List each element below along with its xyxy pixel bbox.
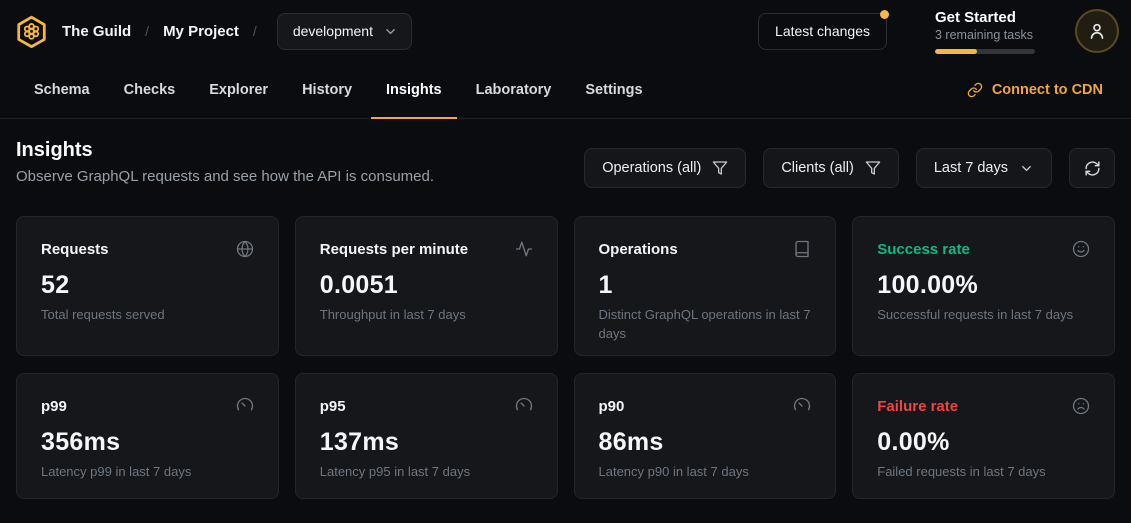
stat-card-operations: Operations 1 Distinct GraphQL operations… (574, 216, 837, 356)
breadcrumb-separator: / (145, 23, 149, 39)
app-header: The Guild / My Project / development Lat… (0, 0, 1131, 62)
page-heading: Insights Observe GraphQL requests and se… (16, 139, 434, 185)
book-icon (793, 240, 811, 258)
card-description: Latency p95 in last 7 days (320, 463, 533, 482)
breadcrumb-project[interactable]: My Project (163, 23, 239, 40)
connect-to-cdn-label: Connect to CDN (992, 82, 1103, 98)
operations-filter-label: Operations (all) (602, 160, 701, 176)
smile-icon (1072, 240, 1090, 258)
get-started-widget[interactable]: Get Started 3 remaining tasks (935, 8, 1035, 55)
card-description: Latency p99 in last 7 days (41, 463, 254, 482)
tab-history[interactable]: History (287, 62, 367, 119)
get-started-remaining: 3 remaining tasks (935, 28, 1035, 42)
clients-filter-label: Clients (all) (781, 160, 854, 176)
notification-dot (880, 10, 889, 19)
card-title: Failure rate (877, 398, 958, 415)
card-value: 1 (599, 271, 812, 300)
card-value: 86ms (599, 428, 812, 457)
card-title: Success rate (877, 241, 970, 258)
filter-icon (712, 160, 728, 176)
card-title: Operations (599, 241, 678, 258)
date-range-label: Last 7 days (934, 160, 1008, 176)
latest-changes-label: Latest changes (775, 23, 870, 39)
card-value: 0.00% (877, 428, 1090, 457)
person-icon (1087, 21, 1107, 41)
nav-tabs: Schema Checks Explorer History Insights … (19, 62, 967, 118)
card-value: 137ms (320, 428, 533, 457)
tab-settings[interactable]: Settings (570, 62, 657, 119)
activity-icon (515, 240, 533, 258)
stat-card-p99: p99 356ms Latency p99 in last 7 days (16, 373, 279, 499)
page-subtitle: Observe GraphQL requests and see how the… (16, 168, 434, 185)
frown-icon (1072, 397, 1090, 415)
tab-laboratory[interactable]: Laboratory (461, 62, 567, 119)
refresh-icon (1084, 160, 1101, 177)
stat-card-requests: Requests 52 Total requests served (16, 216, 279, 356)
target-selector-value: development (293, 23, 373, 39)
stat-card-rpm: Requests per minute 0.0051 Throughput in… (295, 216, 558, 356)
date-range-selector[interactable]: Last 7 days (916, 148, 1052, 188)
card-description: Successful requests in last 7 days (877, 306, 1090, 325)
stat-card-failure-rate: Failure rate 0.00% Failed requests in la… (852, 373, 1115, 499)
filter-icon (865, 160, 881, 176)
page-title: Insights (16, 139, 434, 162)
gauge-icon (515, 397, 533, 415)
chevron-down-icon (1019, 161, 1034, 176)
card-description: Distinct GraphQL operations in last 7 da… (599, 306, 812, 344)
card-title: p99 (41, 398, 67, 415)
breadcrumb-org[interactable]: The Guild (62, 23, 131, 40)
stats-cards-grid: Requests 52 Total requests served Reques… (16, 216, 1115, 499)
gauge-icon (236, 397, 254, 415)
tab-explorer[interactable]: Explorer (194, 62, 283, 119)
latest-changes-button[interactable]: Latest changes (758, 13, 887, 50)
refresh-button[interactable] (1069, 148, 1115, 188)
operations-filter-button[interactable]: Operations (all) (584, 148, 746, 188)
filters-toolbar: Operations (all) Clients (all) Last 7 da… (584, 148, 1115, 188)
clients-filter-button[interactable]: Clients (all) (763, 148, 899, 188)
get-started-progress-fill (935, 49, 977, 54)
card-description: Throughput in last 7 days (320, 306, 533, 325)
card-description: Total requests served (41, 306, 254, 325)
insights-page: Insights Observe GraphQL requests and se… (0, 119, 1131, 499)
card-title: Requests per minute (320, 241, 468, 258)
connect-to-cdn-link[interactable]: Connect to CDN (967, 62, 1103, 118)
project-nav: Schema Checks Explorer History Insights … (0, 62, 1131, 119)
stat-card-success-rate: Success rate 100.00% Successful requests… (852, 216, 1115, 356)
get-started-title: Get Started (935, 8, 1035, 28)
card-value: 100.00% (877, 271, 1090, 300)
card-title: p90 (599, 398, 625, 415)
card-description: Latency p90 in last 7 days (599, 463, 812, 482)
guild-hive-logo-icon[interactable] (14, 14, 48, 48)
globe-icon (236, 240, 254, 258)
tab-insights[interactable]: Insights (371, 62, 457, 119)
gauge-icon (793, 397, 811, 415)
chevron-down-icon (383, 24, 398, 39)
header-actions: Latest changes Get Started 3 remaining t… (758, 8, 1119, 55)
stat-card-p95: p95 137ms Latency p95 in last 7 days (295, 373, 558, 499)
card-value: 52 (41, 271, 254, 300)
stat-card-p90: p90 86ms Latency p90 in last 7 days (574, 373, 837, 499)
breadcrumb: The Guild / My Project / development (14, 13, 412, 50)
target-selector[interactable]: development (277, 13, 412, 50)
user-avatar[interactable] (1075, 9, 1119, 53)
card-title: p95 (320, 398, 346, 415)
breadcrumb-separator: / (253, 23, 257, 39)
get-started-progressbar (935, 49, 1035, 54)
card-value: 0.0051 (320, 271, 533, 300)
tab-checks[interactable]: Checks (109, 62, 191, 119)
tab-schema[interactable]: Schema (19, 62, 105, 119)
card-value: 356ms (41, 428, 254, 457)
card-description: Failed requests in last 7 days (877, 463, 1090, 482)
link-icon (967, 82, 983, 98)
card-title: Requests (41, 241, 109, 258)
